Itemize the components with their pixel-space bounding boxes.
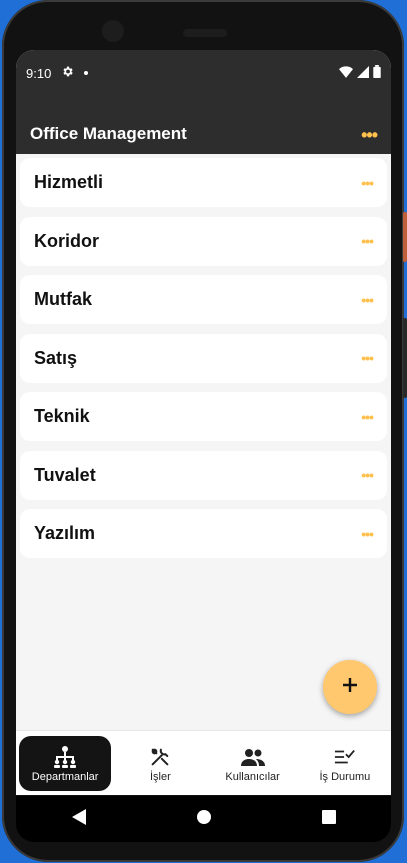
bottom-navigation: Departmanlar İşler Kullanıcılar İş Durum… <box>16 730 391 795</box>
department-label: Tuvalet <box>34 464 96 485</box>
signal-icon <box>357 65 369 81</box>
nav-job-status[interactable]: İş Durumu <box>299 731 391 795</box>
plus-icon <box>341 676 359 699</box>
wifi-icon <box>339 65 353 81</box>
tools-icon <box>149 745 171 769</box>
app-bar: Office Management ••• <box>16 96 391 154</box>
department-label: Teknik <box>34 406 90 426</box>
nav-label: İş Durumu <box>319 770 371 783</box>
checklist-icon <box>334 745 356 769</box>
more-options-icon[interactable]: ••• <box>361 233 374 249</box>
page-title: Office Management <box>30 124 187 143</box>
more-options-icon[interactable]: ••• <box>361 292 374 308</box>
back-icon[interactable] <box>71 808 86 830</box>
home-icon[interactable] <box>196 809 211 829</box>
more-options-icon[interactable]: ••• <box>361 350 374 366</box>
department-label: Hizmetli <box>34 172 104 192</box>
more-options-icon[interactable]: ••• <box>361 467 374 483</box>
notification-dot-icon <box>84 71 89 75</box>
department-label: Koridor <box>34 230 99 251</box>
earpiece-speaker <box>183 29 227 37</box>
department-item-koridor[interactable]: Koridor ••• <box>20 216 387 266</box>
system-navigation-bar <box>16 796 391 842</box>
more-options-icon[interactable]: ••• <box>361 526 374 542</box>
department-label: Satış <box>34 347 78 368</box>
settings-icon <box>61 65 74 81</box>
nav-label: İşler <box>149 770 171 783</box>
department-item-yazilim[interactable]: Yazılım ••• <box>20 509 387 558</box>
nav-label: Kullanıcılar <box>225 770 280 783</box>
more-options-icon[interactable]: ••• <box>361 126 378 144</box>
nav-jobs[interactable]: İşler <box>114 731 206 795</box>
department-item-satis[interactable]: Satış ••• <box>20 333 387 383</box>
department-item-teknik[interactable]: Teknik ••• <box>20 392 387 441</box>
status-time: 9:10 <box>26 65 52 81</box>
more-options-icon[interactable]: ••• <box>361 175 374 191</box>
department-label: Yazılım <box>34 523 96 543</box>
add-department-button[interactable] <box>323 660 377 714</box>
battery-icon <box>373 65 381 81</box>
department-label: Mutfak <box>34 289 92 309</box>
recents-icon[interactable] <box>321 809 336 829</box>
status-bar: 9:10 <box>16 50 391 96</box>
power-button <box>403 318 407 398</box>
more-options-icon[interactable]: ••• <box>361 409 374 425</box>
app-screen: 9:10 Office Management ••• Hizmetli ••• … <box>16 50 391 795</box>
nav-departments[interactable]: Departmanlar <box>19 736 112 791</box>
people-icon <box>240 745 265 769</box>
nav-label: Departmanlar <box>31 770 99 783</box>
volume-button <box>403 212 407 262</box>
department-item-tuvalet[interactable]: Tuvalet ••• <box>20 450 387 500</box>
org-chart-icon <box>53 745 77 769</box>
phone-frame: 9:10 Office Management ••• Hizmetli ••• … <box>2 0 407 862</box>
nav-users[interactable]: Kullanıcılar <box>207 731 299 795</box>
department-item-mutfak[interactable]: Mutfak ••• <box>20 275 387 324</box>
department-item-hizmetli[interactable]: Hizmetli ••• <box>20 158 387 207</box>
department-list: Hizmetli ••• Koridor ••• Mutfak ••• Satı… <box>16 154 391 558</box>
front-camera <box>102 20 124 42</box>
